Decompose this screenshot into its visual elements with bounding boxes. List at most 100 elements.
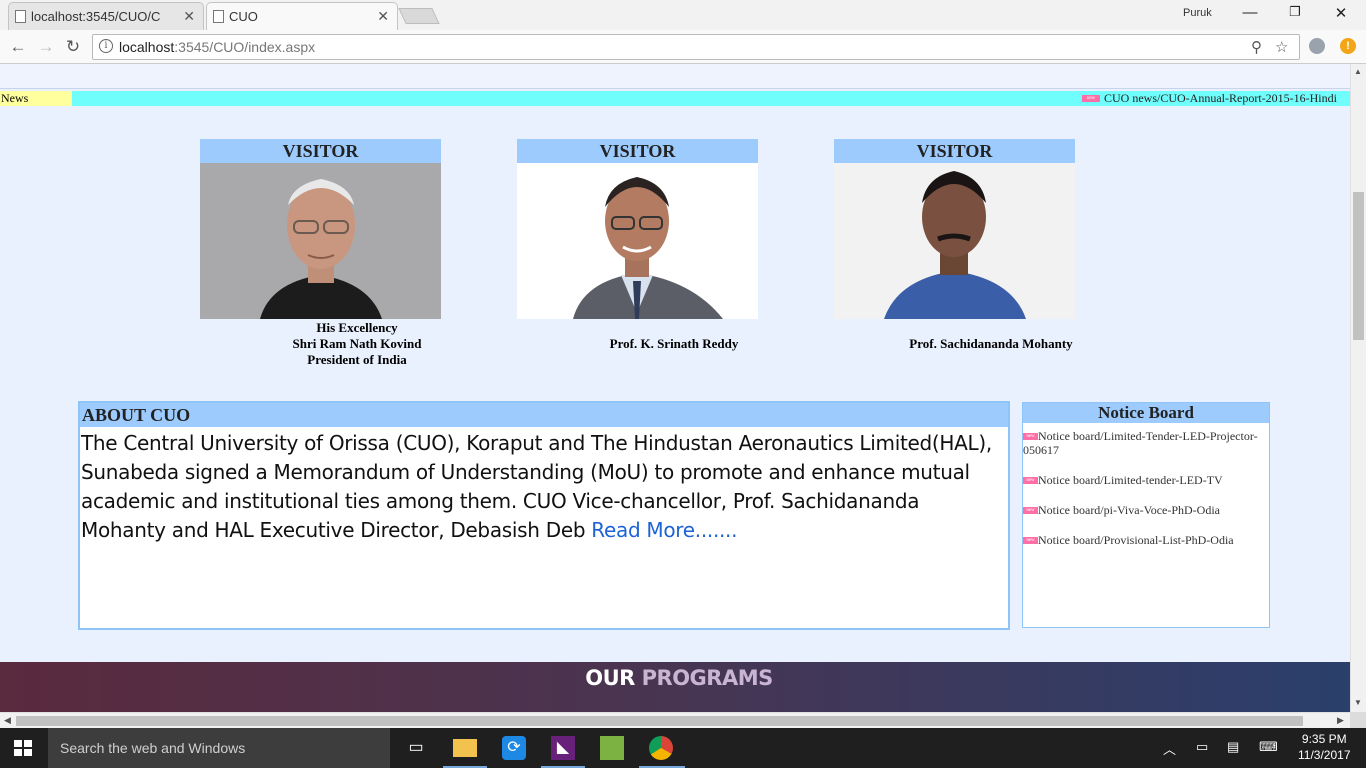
portrait-image — [573, 177, 723, 319]
page-icon — [213, 10, 224, 23]
sync-app-icon[interactable]: ⟳ — [502, 736, 526, 760]
file-explorer-icon[interactable] — [453, 739, 477, 757]
visitor-photo-1 — [200, 163, 441, 319]
notice-list: new Notice board/Limited-Tender-LED-Proje… — [1023, 423, 1269, 547]
new-tab-button[interactable] — [398, 8, 440, 24]
visitor-card-1: VISITOR — [200, 139, 441, 319]
notice-board-heading: Notice Board — [1023, 403, 1269, 423]
notice-board-panel: Notice Board new Notice board/Limited-Ten… — [1022, 402, 1270, 628]
tab-title: CUO — [229, 9, 258, 24]
chrome-icon[interactable] — [649, 736, 673, 760]
visitor-card-2: VISITOR — [517, 139, 758, 319]
scroll-left-arrow-icon[interactable]: ◀ — [4, 715, 11, 726]
new-badge-icon: new — [1082, 94, 1100, 102]
search-placeholder: Search the web and Windows — [60, 740, 246, 756]
notice-item[interactable]: new Notice board/pi-Viva-Voce-PhD-Odia — [1023, 503, 1269, 517]
portrait-image — [884, 171, 1026, 319]
url-text[interactable]: localhost:3545/CUO/index.aspx — [119, 39, 315, 55]
scrollbar-corner — [1350, 712, 1366, 728]
visitor-heading: VISITOR — [834, 139, 1075, 163]
visitor-heading: VISITOR — [200, 139, 441, 163]
scroll-up-arrow-icon[interactable]: ▲ — [1354, 67, 1362, 76]
forward-arrow-icon[interactable]: → — [36, 37, 56, 57]
caption-line: President of India — [307, 352, 407, 367]
reload-icon[interactable]: ↻ — [63, 37, 83, 57]
minimize-icon[interactable]: — — [1240, 4, 1260, 21]
address-bar[interactable]: i localhost:3545/CUO/index.aspx ⚲ ☆ — [92, 34, 1300, 60]
page-icon — [15, 10, 26, 23]
clock-time: 9:35 PM — [1301, 732, 1347, 746]
portrait-image — [260, 179, 382, 319]
close-window-icon[interactable]: ✕ — [1331, 4, 1351, 22]
news-ticker: new CUO news/CUO-Annual-Report-2015-16-Hi… — [72, 91, 1350, 106]
info-icon[interactable]: i — [99, 39, 113, 53]
caption-line: His Excellency — [316, 320, 398, 335]
programs-title-main: OUR — [585, 666, 635, 690]
horizontal-scroll-thumb[interactable] — [16, 716, 1303, 726]
bookmark-star-icon[interactable]: ☆ — [1275, 38, 1288, 56]
scroll-right-arrow-icon[interactable]: ▶ — [1337, 715, 1344, 726]
restore-icon[interactable]: ❐ — [1285, 4, 1305, 20]
spreadsheet-app-icon[interactable] — [600, 736, 624, 760]
visitor-caption-1: His Excellency Shri Ram Nath Kovind Pres… — [287, 320, 427, 368]
keyboard-icon[interactable]: ⌨ — [1259, 739, 1278, 755]
news-item-label: CUO news/CUO-Annual-Report-2015-16-Hindi — [1104, 91, 1337, 105]
notice-item[interactable]: new Notice board/Limited-Tender-LED-Proje… — [1023, 429, 1269, 457]
notice-item[interactable]: new Notice board/Provisional-List-PhD-Odi… — [1023, 533, 1269, 547]
new-badge-icon: new — [1023, 432, 1038, 440]
programs-section: OUR PROGRAMS — [0, 662, 1350, 712]
url-path: :3545/CUO/index.aspx — [174, 39, 316, 55]
tab-title: localhost:3545/CUO/Con — [31, 9, 161, 24]
visitor-caption-3: Prof. Sachidananda Mohanty — [891, 336, 1091, 352]
caption-line: Prof. K. Srinath Reddy — [609, 336, 739, 351]
notice-item-label: Notice board/Limited-Tender-LED-Projecto… — [1023, 429, 1258, 457]
caption-line: Prof. Sachidananda Mohanty — [909, 336, 1073, 351]
battery-icon[interactable]: ▭ — [1196, 739, 1208, 755]
visual-studio-icon[interactable]: ◣ — [551, 736, 575, 760]
update-alert-icon[interactable]: ! — [1340, 38, 1356, 54]
taskbar-clock[interactable]: 9:35 PM 11/3/2017 — [1298, 731, 1351, 763]
browser-tab-2[interactable]: CUO ✕ — [206, 2, 398, 30]
about-text: The Central University of Orissa (CUO), … — [81, 431, 992, 542]
browser-toolbar: ← → ↻ i localhost:3545/CUO/index.aspx ⚲ … — [0, 30, 1366, 64]
taskbar-search-box[interactable]: Search the web and Windows — [48, 728, 390, 768]
new-badge-icon: new — [1023, 476, 1038, 484]
notice-item-label: Notice board/Limited-tender-LED-TV — [1038, 473, 1223, 487]
close-tab-icon[interactable]: ✕ — [377, 8, 389, 25]
new-badge-icon: new — [1023, 506, 1038, 514]
close-tab-icon[interactable]: ✕ — [183, 8, 195, 25]
programs-title-accent: PROGRAMS — [641, 666, 774, 690]
news-label: News — [0, 91, 72, 106]
visitor-card-3: VISITOR — [834, 139, 1075, 319]
horizontal-scrollbar[interactable]: ◀ ▶ — [0, 712, 1350, 728]
vertical-scrollbar[interactable]: ▲ ▼ — [1350, 64, 1366, 712]
page-viewport: News new CUO news/CUO-Annual-Report-2015-… — [0, 64, 1350, 712]
top-band — [0, 64, 1350, 89]
vertical-scroll-thumb[interactable] — [1353, 192, 1364, 340]
browser-tab-strip: localhost:3545/CUO/Con ✕ CUO ✕ Puruk — ❐… — [0, 0, 1366, 30]
visitor-photo-3 — [834, 163, 1075, 319]
news-bar: News new CUO news/CUO-Annual-Report-2015-… — [0, 91, 1350, 106]
notifications-icon[interactable]: ▤ — [1227, 739, 1239, 755]
profile-name[interactable]: Puruk — [1183, 7, 1212, 19]
caption-line: Shri Ram Nath Kovind — [292, 336, 422, 351]
task-view-icon[interactable]: ▭ — [404, 736, 428, 760]
notice-item[interactable]: new Notice board/Limited-tender-LED-TV — [1023, 473, 1269, 487]
windows-start-icon[interactable] — [14, 740, 32, 757]
visitor-photo-2 — [517, 163, 758, 319]
tray-chevron-icon[interactable]: ︿ — [1163, 739, 1176, 758]
clock-date: 11/3/2017 — [1298, 748, 1351, 762]
about-panel: ABOUT CUO The Central University of Oris… — [78, 401, 1010, 630]
visitor-heading: VISITOR — [517, 139, 758, 163]
visitor-caption-2: Prof. K. Srinath Reddy — [574, 336, 774, 352]
browser-tab-1[interactable]: localhost:3545/CUO/Con ✕ — [8, 2, 204, 30]
extension-icon[interactable] — [1309, 38, 1325, 54]
read-more-link[interactable]: Read More....... — [591, 518, 737, 542]
about-heading: ABOUT CUO — [80, 403, 1008, 427]
scroll-down-arrow-icon[interactable]: ▼ — [1354, 698, 1362, 707]
zoom-icon[interactable]: ⚲ — [1251, 38, 1262, 56]
about-text-block: The Central University of Orissa (CUO), … — [80, 427, 1008, 545]
news-ticker-item[interactable]: new CUO news/CUO-Annual-Report-2015-16-Hi… — [1082, 91, 1337, 105]
programs-title: OUR PROGRAMS — [0, 666, 1350, 690]
back-arrow-icon[interactable]: ← — [8, 37, 28, 57]
